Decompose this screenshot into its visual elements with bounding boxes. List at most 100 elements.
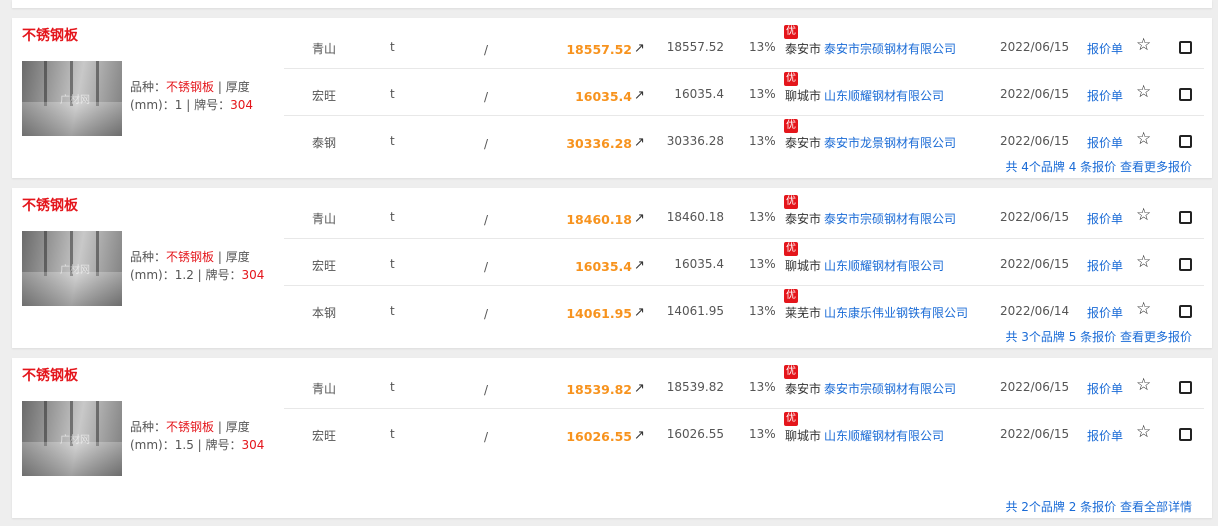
supplier-link[interactable]: 山东康乐伟业钢铁有限公司 [824,304,968,321]
tax-rate: 13% [749,427,776,441]
trend-chart-icon[interactable]: ↗ [634,381,645,396]
quote-sheet-link[interactable]: 报价单 [1087,257,1123,274]
reference-price: 18557.52 [666,40,724,54]
tax-rate: 13% [749,134,776,148]
table-row: 宏旺 t / 16035.4 ↗ 16035.4 13% 优 聊城市 山东顺耀钢… [284,69,1204,116]
supplier-link[interactable]: 泰安市宗硕钢材有限公司 [824,40,956,57]
product-thumbnail[interactable]: 广材网 [22,401,122,476]
unit: t [390,427,395,441]
price: 14061.95 [566,306,632,321]
unit: t [390,87,395,101]
quote-sheet-link[interactable]: 报价单 [1087,134,1123,151]
quote-sheet-link[interactable]: 报价单 [1087,210,1123,227]
trend-chart-icon[interactable]: ↗ [634,211,645,226]
quote-date: 2022/06/15 [1000,257,1070,271]
product-spec: 品种：不锈钢板 | 厚度(mm)：1.5 | 牌号：304 [130,420,265,452]
trend-chart-icon[interactable]: ↗ [634,135,645,150]
select-checkbox[interactable] [1179,135,1192,148]
supplier-link[interactable]: 泰安市宗硕钢材有限公司 [824,210,956,227]
table-row: 青山 t / 18557.52 ↗ 18557.52 13% 优 泰安市 泰安市… [284,22,1204,69]
brand-name: 青山 [312,42,337,56]
trend-chart-icon[interactable]: ↗ [634,305,645,320]
quote-sheet-link[interactable]: 报价单 [1087,380,1123,397]
supplier-city: 聊城市 [785,429,822,443]
placeholder-value: / [484,43,489,57]
select-checkbox[interactable] [1179,41,1192,54]
trend-chart-icon[interactable]: ↗ [634,258,645,273]
table-row: 宏旺 t / 16035.4 ↗ 16035.4 13% 优 聊城市 山东顺耀钢… [284,239,1204,286]
brand-name: 宏旺 [312,259,337,273]
supplier-link[interactable]: 山东顺耀钢材有限公司 [824,87,944,104]
select-checkbox[interactable] [1179,258,1192,271]
favorite-star-icon[interactable]: ☆ [1136,35,1151,55]
tax-rate: 13% [749,380,776,394]
trend-chart-icon[interactable]: ↗ [634,88,645,103]
quote-date: 2022/06/14 [1000,304,1070,318]
more-quotes-link[interactable]: 共 2个品牌 2 条报价 查看全部详情 [1005,498,1192,515]
placeholder-value: / [484,90,489,104]
product-title[interactable]: 不锈钢板 [22,365,78,385]
supplier-city: 聊城市 [785,259,822,273]
supplier-city: 聊城市 [785,89,822,103]
placeholder-value: / [484,307,489,321]
product-title[interactable]: 不锈钢板 [22,195,78,215]
favorite-star-icon[interactable]: ☆ [1136,375,1151,395]
more-quotes-link[interactable]: 共 4个品牌 4 条报价 查看更多报价 [1005,158,1192,175]
quote-sheet-link[interactable]: 报价单 [1087,304,1123,321]
price: 18460.18 [566,212,632,227]
product-card: 不锈钢板 广材网 品种：不锈钢板 | 厚度(mm)：1 | 牌号：304 青山 … [12,18,1212,178]
price: 16026.55 [566,429,632,444]
product-thumbnail[interactable]: 广材网 [22,231,122,306]
reference-price: 14061.95 [666,304,724,318]
supplier-city: 泰安市 [785,42,822,56]
quote-date: 2022/06/15 [1000,40,1070,54]
premium-badge: 优 [784,119,798,133]
select-checkbox[interactable] [1179,88,1192,101]
brand-name: 宏旺 [312,429,337,443]
favorite-star-icon[interactable]: ☆ [1136,422,1151,442]
watermark-logo: 广材网 [60,265,90,276]
supplier-link[interactable]: 泰安市宗硕钢材有限公司 [824,380,956,397]
select-checkbox[interactable] [1179,381,1192,394]
tax-rate: 13% [749,257,776,271]
premium-badge: 优 [784,412,798,426]
trend-chart-icon[interactable]: ↗ [634,41,645,56]
premium-badge: 优 [784,365,798,379]
reference-price: 16035.4 [674,87,724,101]
product-title[interactable]: 不锈钢板 [22,25,78,45]
favorite-star-icon[interactable]: ☆ [1136,252,1151,272]
premium-badge: 优 [784,72,798,86]
reference-price: 30336.28 [666,134,724,148]
tax-rate: 13% [749,87,776,101]
favorite-star-icon[interactable]: ☆ [1136,129,1151,149]
quote-sheet-link[interactable]: 报价单 [1087,87,1123,104]
select-checkbox[interactable] [1179,211,1192,224]
favorite-star-icon[interactable]: ☆ [1136,205,1151,225]
product-card: 不锈钢板 广材网 品种：不锈钢板 | 厚度(mm)：1.2 | 牌号：304 青… [12,188,1212,348]
select-checkbox[interactable] [1179,305,1192,318]
premium-badge: 优 [784,242,798,256]
favorite-star-icon[interactable]: ☆ [1136,82,1151,102]
watermark-logo: 广材网 [60,435,90,446]
favorite-star-icon[interactable]: ☆ [1136,299,1151,319]
supplier-link[interactable]: 山东顺耀钢材有限公司 [824,257,944,274]
product-thumbnail[interactable]: 广材网 [22,61,122,136]
supplier-link[interactable]: 泰安市龙景钢材有限公司 [824,134,956,151]
quote-sheet-link[interactable]: 报价单 [1087,40,1123,57]
quote-date: 2022/06/15 [1000,87,1070,101]
supplier-city: 泰安市 [785,136,822,150]
reference-price: 18539.82 [666,380,724,394]
select-checkbox[interactable] [1179,428,1192,441]
supplier-city: 泰安市 [785,382,822,396]
trend-chart-icon[interactable]: ↗ [634,428,645,443]
premium-badge: 优 [784,25,798,39]
brand-name: 青山 [312,382,337,396]
supplier-link[interactable]: 山东顺耀钢材有限公司 [824,427,944,444]
more-quotes-link[interactable]: 共 3个品牌 5 条报价 查看更多报价 [1005,328,1192,345]
product-spec: 品种：不锈钢板 | 厚度(mm)：1 | 牌号：304 [130,80,253,112]
unit: t [390,40,395,54]
quote-sheet-link[interactable]: 报价单 [1087,427,1123,444]
quote-date: 2022/06/15 [1000,380,1070,394]
tax-rate: 13% [749,210,776,224]
premium-badge: 优 [784,195,798,209]
